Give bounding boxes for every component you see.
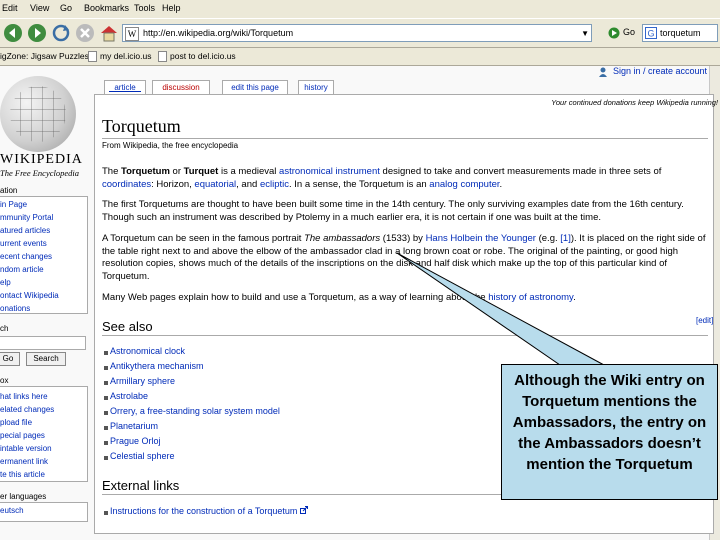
annotation-callout-text: Although the Wiki entry on Torquetum men… <box>512 372 707 473</box>
